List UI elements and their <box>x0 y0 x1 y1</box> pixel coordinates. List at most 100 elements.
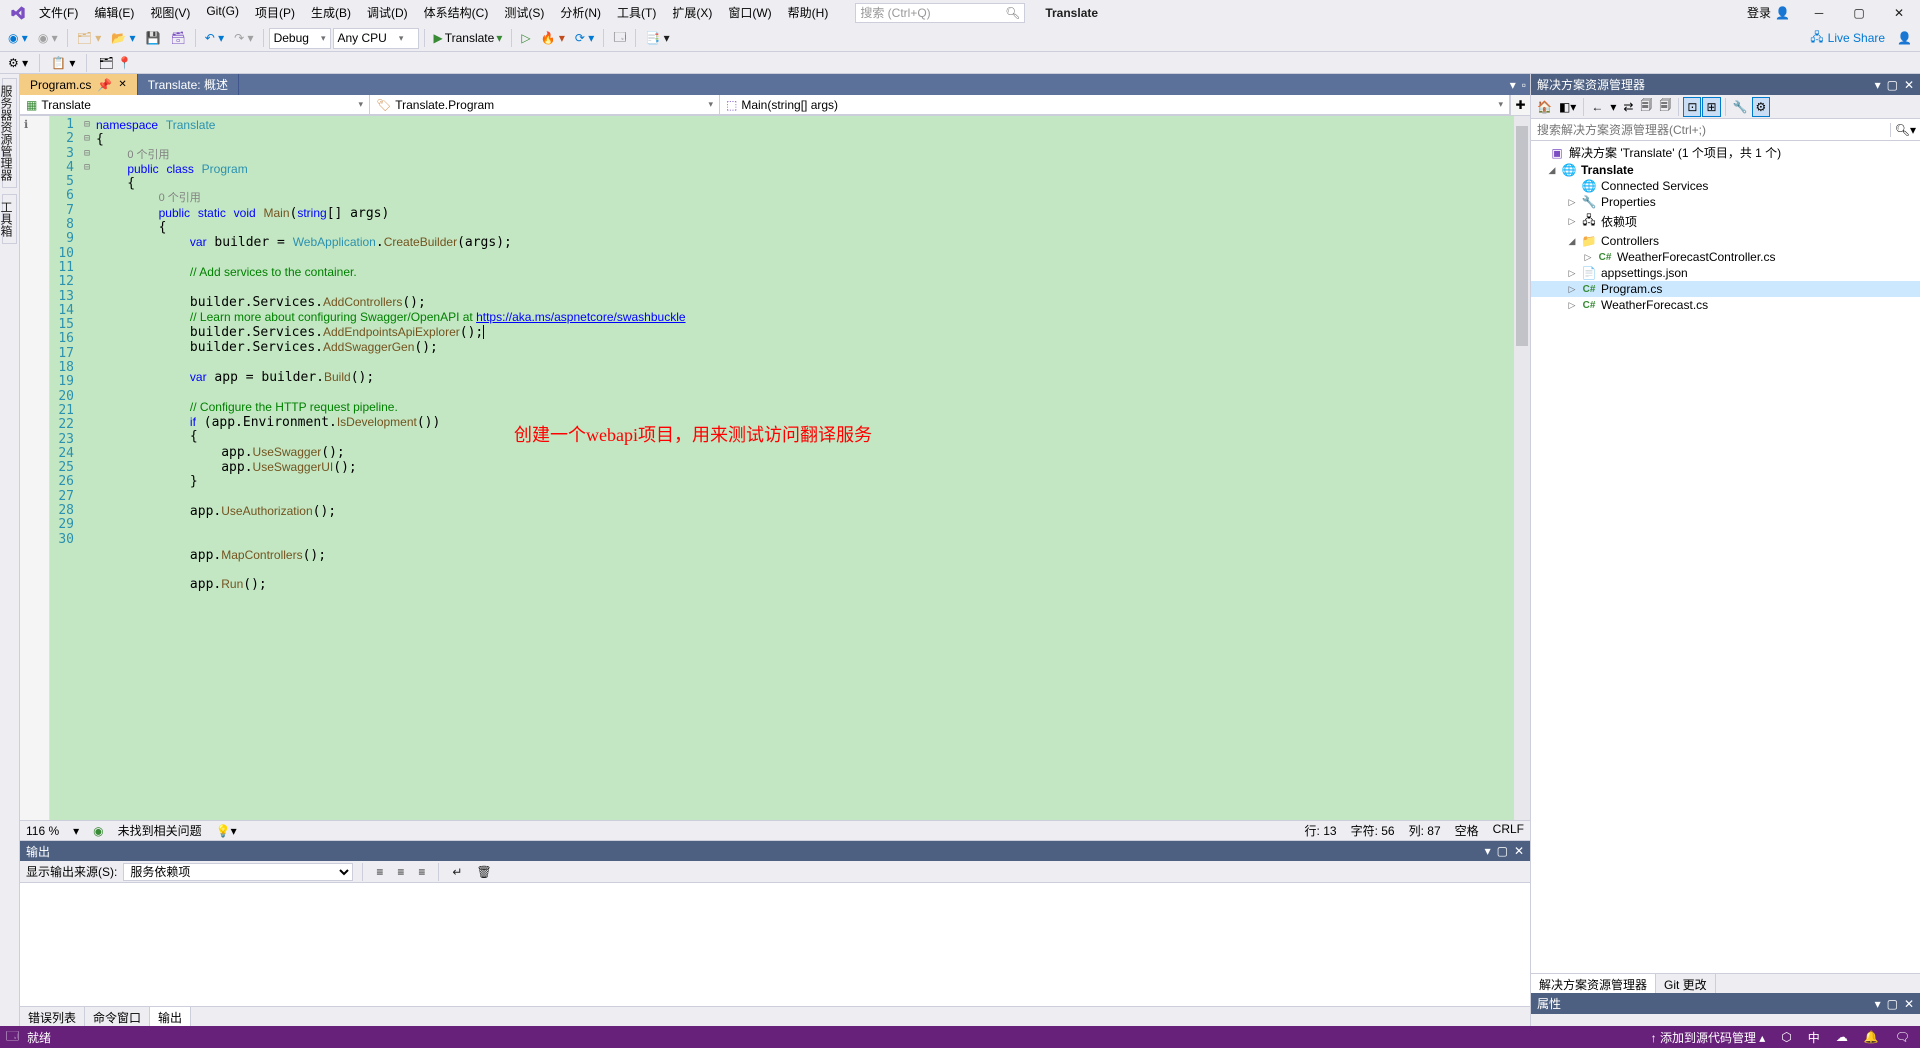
output-toggle2-button[interactable]: ≡ <box>414 861 429 883</box>
tree-project[interactable]: ◢🌐Translate <box>1531 162 1920 178</box>
tree-item[interactable]: ▷📄appsettings.json <box>1531 265 1920 281</box>
editor-scrollbar[interactable] <box>1514 116 1530 820</box>
menu-tools[interactable]: 工具(T) <box>610 1 663 24</box>
save-all-button[interactable]: 🗃 <box>167 27 190 49</box>
tab-dropdown-icon[interactable]: ▾ <box>1510 78 1516 92</box>
zoom-level[interactable]: 116 % <box>26 824 59 838</box>
output-clear-button[interactable]: ≡ <box>372 861 387 883</box>
tree-item[interactable]: ▷🔧Properties <box>1531 194 1920 210</box>
nav-back-button[interactable]: ◉ ▾ <box>4 27 32 49</box>
props-pin-icon[interactable]: ▢ <box>1887 997 1898 1011</box>
sln-sync-button[interactable]: ⇄ <box>1620 98 1636 116</box>
minimize-button[interactable]: ─ <box>1802 2 1836 24</box>
sln-properties-button[interactable]: ⊞ <box>1702 97 1720 117</box>
menu-edit[interactable]: 编辑(E) <box>87 1 141 24</box>
solution-search-input[interactable] <box>1531 121 1890 139</box>
login-button[interactable]: 登录 👤 <box>1741 2 1796 23</box>
start-debug-button[interactable]: ▶ Translate ▾ <box>430 27 507 49</box>
maximize-button[interactable]: ▢ <box>1842 2 1876 24</box>
tab-output[interactable]: 输出 <box>150 1007 191 1026</box>
tab-translate-overview[interactable]: Translate: 概述 <box>138 74 239 95</box>
platform-combo[interactable]: Any CPU <box>333 28 419 49</box>
issues-status[interactable]: 未找到相关问题 <box>118 822 202 839</box>
undo-button[interactable]: ↶ ▾ <box>201 27 228 49</box>
solution-search[interactable]: 🔍︎▾ <box>1531 119 1920 141</box>
sln-preview-button[interactable]: 🔧 <box>1730 98 1751 116</box>
props-close-icon[interactable]: ✕ <box>1904 997 1914 1011</box>
split-editor-button[interactable]: ✚ <box>1510 95 1530 115</box>
tree-item[interactable]: ▷C#Program.cs <box>1531 281 1920 297</box>
nav-fwd-button[interactable]: ◉ ▾ <box>34 27 62 49</box>
sln-dropdown-icon[interactable]: ▾ <box>1875 78 1881 92</box>
menu-git[interactable]: Git(G) <box>199 1 246 24</box>
menu-view[interactable]: 视图(V) <box>143 1 197 24</box>
save-button[interactable]: 💾 <box>142 27 165 49</box>
nav-class-combo[interactable]: 🏷Translate.Program <box>370 95 720 115</box>
props-dropdown-icon[interactable]: ▾ <box>1875 997 1881 1011</box>
thread-combo[interactable]: 📋 ▾ <box>47 55 79 71</box>
output-toggle1-button[interactable]: ≡ <box>393 861 408 883</box>
notif-icon[interactable]: ☁ <box>1832 1028 1852 1046</box>
sln-close-icon[interactable]: ✕ <box>1904 78 1914 92</box>
browser-button[interactable]: 🗔 <box>609 27 630 49</box>
tree-item[interactable]: ▷C#WeatherForecast.cs <box>1531 297 1920 313</box>
menu-debug[interactable]: 调试(D) <box>360 1 415 24</box>
intellicode-button[interactable]: ⬡ <box>1777 1028 1795 1046</box>
solution-tree[interactable]: ▣解决方案 'Translate' (1 个项目，共 1 个) ◢🌐Transl… <box>1531 141 1920 973</box>
tree-item[interactable]: ▷🖧依赖项 <box>1531 210 1920 233</box>
sln-home-button[interactable]: 🏠 <box>1534 98 1555 116</box>
menu-window[interactable]: 窗口(W) <box>721 1 778 24</box>
left-tab-server-explorer[interactable]: 服务器资源管理器 <box>2 78 17 188</box>
menu-project[interactable]: 项目(P) <box>248 1 302 24</box>
sln-refresh-button[interactable]: 🗐 <box>1637 94 1655 119</box>
redo-button[interactable]: ↷ ▾ <box>230 27 257 49</box>
pin-icon[interactable]: 📌 <box>97 78 112 92</box>
menu-build[interactable]: 生成(B) <box>304 1 358 24</box>
output-source-combo[interactable]: 服务依赖项 <box>123 863 353 881</box>
menu-extensions[interactable]: 扩展(X) <box>665 1 719 24</box>
menu-test[interactable]: 测试(S) <box>497 1 551 24</box>
fold-column[interactable]: ⊟ ⊟ ⊟ ⊟ <box>80 116 94 820</box>
tab-solution-explorer[interactable]: 解决方案资源管理器 <box>1531 974 1656 993</box>
close-button[interactable]: ✕ <box>1882 2 1916 24</box>
hot-reload-button[interactable]: 🔥 ▾ <box>537 27 569 49</box>
tree-item[interactable]: 🌐Connected Services <box>1531 178 1920 194</box>
output-wrap-button[interactable]: ↵ <box>448 861 466 883</box>
sln-settings-button[interactable]: ⚙ <box>1752 97 1771 117</box>
liveshare-button[interactable]: 🖧 Live Share <box>1804 26 1891 51</box>
output-icon[interactable]: 🗔 <box>6 1027 19 1048</box>
panel-close-icon[interactable]: ✕ <box>1514 844 1524 858</box>
refresh-button[interactable]: ⟳ ▾ <box>571 27 598 49</box>
new-project-button[interactable]: 🗂 ▾ <box>73 27 106 49</box>
tree-item[interactable]: ▷C#WeatherForecastController.cs <box>1531 249 1920 265</box>
code-content[interactable]: namespace Translate { 0 个引用 public class… <box>94 116 1514 820</box>
left-tab-toolbox[interactable]: 工具箱 <box>2 194 17 244</box>
tab-error-list[interactable]: 错误列表 <box>20 1007 85 1026</box>
menu-file[interactable]: 文件(F) <box>32 1 85 24</box>
panel-dropdown-icon[interactable]: ▾ <box>1485 844 1491 858</box>
indent-mode[interactable]: 空格 <box>1455 822 1479 839</box>
config-combo[interactable]: Debug <box>269 28 331 49</box>
tab-git-changes[interactable]: Git 更改 <box>1656 974 1716 993</box>
nav-member-combo[interactable]: ⬚Main(string[] args) <box>720 95 1510 115</box>
nav-scope-combo[interactable]: ▦Translate <box>20 95 370 115</box>
publish-button[interactable]: 📑 ▾ <box>641 27 673 49</box>
menu-architecture[interactable]: 体系结构(C) <box>417 1 496 24</box>
feedback-icon[interactable]: 🗨 <box>1891 1028 1914 1046</box>
lang-button[interactable]: 中 <box>1804 1027 1824 1048</box>
tab-command-window[interactable]: 命令窗口 <box>85 1007 150 1026</box>
sln-pin-icon[interactable]: ▢ <box>1887 78 1898 92</box>
bell-icon[interactable]: 🔔 <box>1860 1028 1883 1046</box>
sln-showall-button[interactable]: 🗐 <box>1656 94 1674 119</box>
open-button[interactable]: 📂 ▾ <box>107 27 139 49</box>
sln-back-button[interactable]: ← <box>1588 98 1606 116</box>
search-input[interactable]: 搜索 (Ctrl+Q) 🔍︎ <box>855 3 1025 23</box>
process-combo[interactable]: ⚙ ▾ <box>4 55 32 71</box>
tab-program-cs[interactable]: Program.cs📌✕ <box>20 74 138 95</box>
sln-collapse-button[interactable]: ⊡ <box>1683 97 1701 117</box>
sln-views-button[interactable]: ◧▾ <box>1556 98 1579 116</box>
output-clear2-button[interactable]: 🗑 <box>472 861 495 883</box>
tree-solution-root[interactable]: ▣解决方案 'Translate' (1 个项目，共 1 个) <box>1531 143 1920 162</box>
tree-item[interactable]: ◢📁Controllers <box>1531 233 1920 249</box>
panel-pin-icon[interactable]: ▢ <box>1497 844 1508 858</box>
